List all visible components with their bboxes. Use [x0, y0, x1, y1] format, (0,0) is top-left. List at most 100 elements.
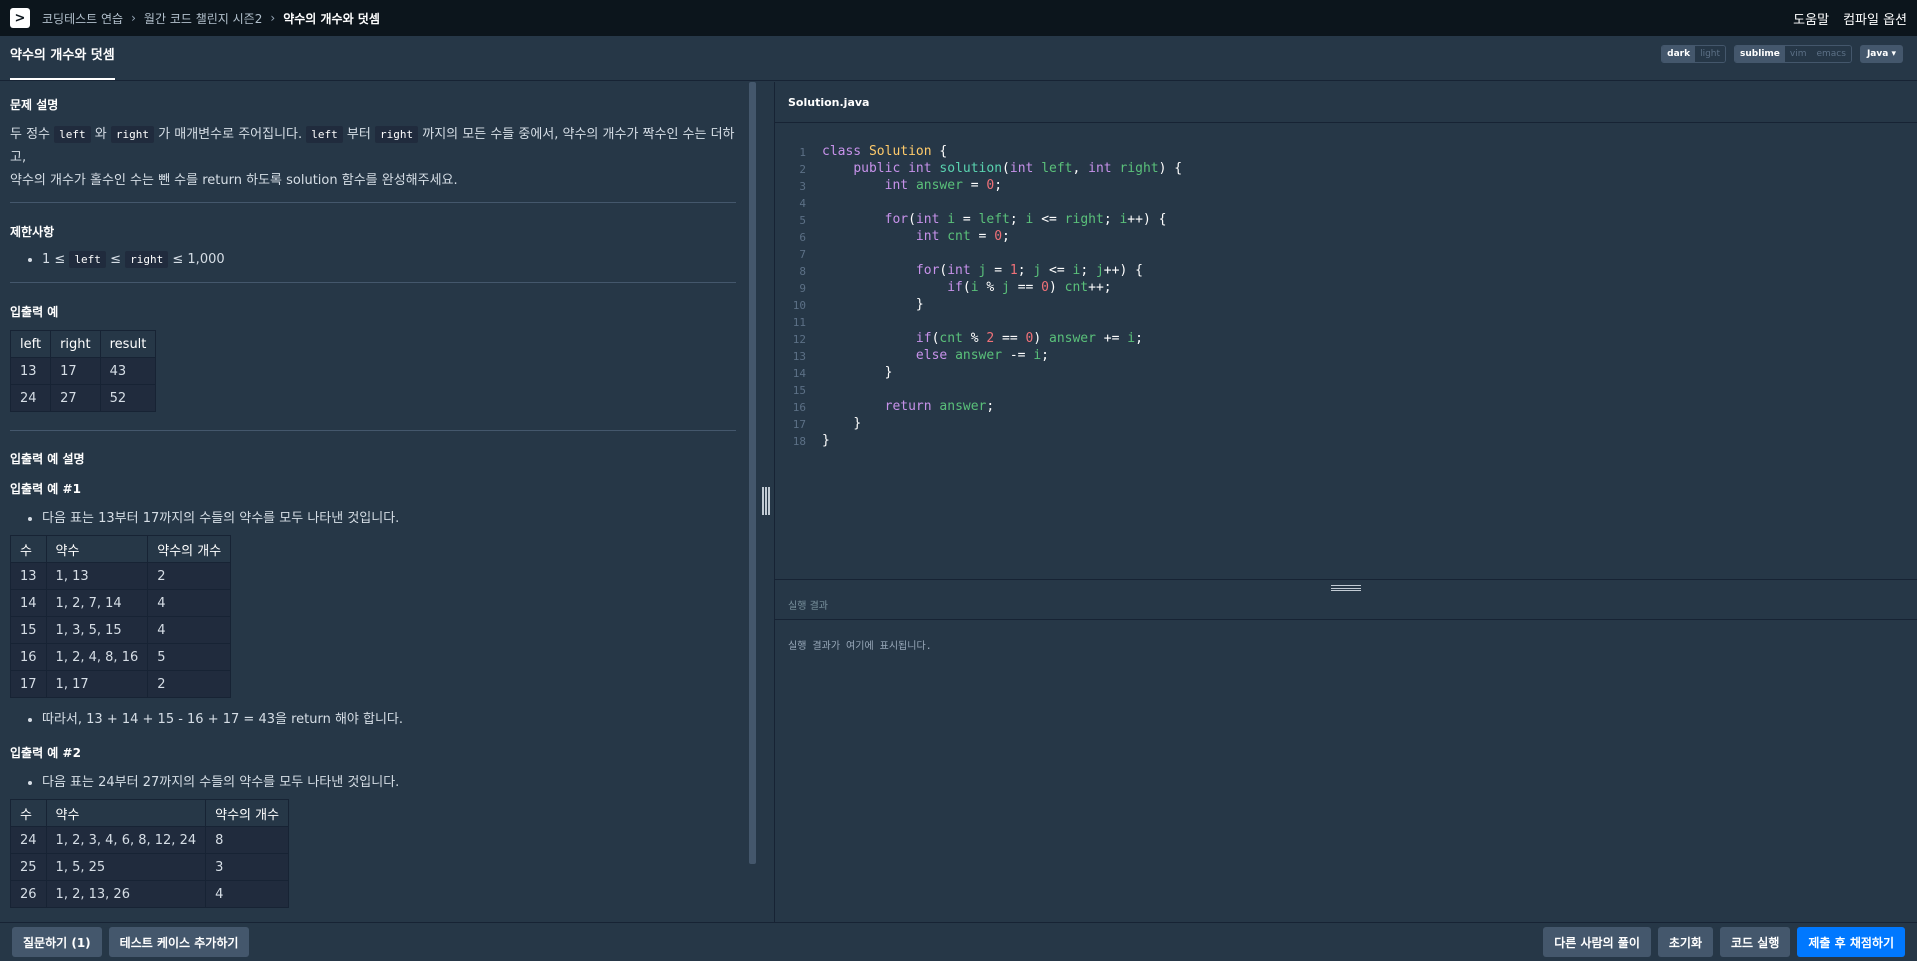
breadcrumb-item-practice[interactable]: 코딩테스트 연습	[42, 10, 123, 27]
result-label: 실행 결과	[788, 601, 828, 612]
table-row: 13 17 43	[9, 357, 157, 385]
code-line[interactable]: 1 class Solution {	[775, 144, 1917, 161]
code-line[interactable]: 2 public int solution(int left, int righ…	[775, 161, 1917, 178]
other-solutions-button[interactable]: 다른 사람의 풀이	[1543, 927, 1651, 957]
code-text: for(int j = 1; j <= i; j++) {	[915, 263, 1143, 278]
table-header: 약수의 개수	[205, 799, 290, 827]
inline-code-left: left	[69, 251, 106, 268]
table-header: left	[9, 330, 52, 358]
code-line[interactable]: 17 }	[775, 416, 1917, 433]
add-test-case-button[interactable]: 테스트 케이스 추가하기	[108, 927, 250, 957]
code-line[interactable]: 7	[775, 246, 1917, 263]
code-editor[interactable]: 1 class Solution {2 public int solution(i…	[775, 124, 1917, 579]
code-line[interactable]: 13 else answer -= i;	[775, 348, 1917, 365]
result-resize-handle-icon[interactable]	[1331, 585, 1361, 591]
example-2-heading: 입출력 예 #2	[10, 746, 81, 760]
example-2-divisor-table: 수 약수 약수의 개수 24 1, 2, 3, 4, 6, 8, 12, 24 8 …	[10, 799, 290, 908]
code-line[interactable]: 14 }	[775, 365, 1917, 382]
code-line[interactable]: 4	[775, 195, 1917, 212]
keymap-vim-button[interactable]: vim	[1784, 46, 1812, 62]
inline-code-right: right	[110, 126, 155, 143]
description-heading: 문제 설명	[10, 98, 59, 112]
code-line[interactable]: 3 int answer = 0;	[775, 178, 1917, 195]
table-row: 16 1, 2, 4, 8, 16 5	[10, 643, 232, 671]
code-line[interactable]: 9 if(i % j == 0) cnt++;	[775, 280, 1917, 297]
problem-description-panel[interactable]: 문제 설명 두 정수 left 와 right 가 매개변수로 주어집니다. l…	[0, 82, 748, 922]
line-number: 1	[799, 146, 806, 159]
code-line[interactable]: 18}	[775, 433, 1917, 450]
reset-button[interactable]: 초기화	[1657, 927, 1714, 957]
keymap-emacs-button[interactable]: emacs	[1811, 46, 1851, 62]
run-code-button[interactable]: 코드 실행	[1720, 927, 1791, 957]
line-number: 16	[792, 401, 806, 414]
line-number: 2	[799, 163, 806, 176]
keymap-sublime-button[interactable]: sublime	[1735, 46, 1785, 62]
code-text: if(cnt % 2 == 0) answer += i;	[915, 331, 1143, 346]
table-row: 15 1, 3, 5, 15 4	[10, 616, 232, 644]
theme-toggle: dark light	[1661, 45, 1727, 63]
table-header: 수	[10, 535, 47, 563]
code-text: else answer -= i;	[915, 348, 1049, 363]
code-line[interactable]: 10 }	[775, 297, 1917, 314]
chevron-right-icon: ›	[270, 11, 276, 25]
limits-list: 1 ≤ left ≤ right ≤ 1,000	[10, 250, 738, 270]
language-select[interactable]: Java ▾	[1859, 45, 1903, 63]
theme-dark-button[interactable]: dark	[1662, 46, 1696, 62]
example-1-list: 다음 표는 13부터 17까지의 수들의 약수를 모두 나타낸 것입니다.	[10, 509, 738, 529]
caret-down-icon: ▾	[1891, 49, 1896, 59]
line-number: 12	[792, 333, 806, 346]
code-line[interactable]: 5 for(int i = left; i <= right; i++) {	[775, 212, 1917, 229]
submit-button[interactable]: 제출 후 채점하기	[1797, 927, 1905, 957]
section-divider	[10, 202, 736, 203]
example-1-heading: 입출력 예 #1	[10, 482, 81, 496]
panel-resize-handle-icon[interactable]	[762, 487, 771, 515]
breadcrumb-item-challenge[interactable]: 월간 코드 챌린지 시즌2	[144, 10, 262, 27]
line-number: 7	[799, 248, 806, 261]
table-row: 13 1, 13 2	[10, 562, 232, 590]
code-text: if(i % j == 0) cnt++;	[947, 280, 1112, 295]
table-row: 14 1, 2, 7, 14 4	[10, 589, 232, 617]
line-number: 15	[792, 384, 806, 397]
line-number: 9	[799, 282, 806, 295]
theme-light-button[interactable]: light	[1695, 46, 1726, 62]
compile-options-link[interactable]: 컴파일 옵션	[1843, 9, 1907, 28]
code-line[interactable]: 15	[775, 382, 1917, 399]
keymap-toggle: sublime vim emacs	[1734, 45, 1852, 63]
limits-heading: 제한사항	[10, 225, 55, 239]
description-line-1: 두 정수 left 와 right 가 매개변수로 주어집니다. left 부터…	[10, 126, 735, 165]
line-number: 11	[792, 316, 806, 329]
line-number: 17	[792, 418, 806, 431]
io-example-table: left right result 13 17 43 24 27 52	[9, 330, 157, 412]
help-link[interactable]: 도움말	[1793, 9, 1829, 28]
result-output: 실행 결과가 여기에 표시됩니다.	[788, 641, 932, 652]
code-line[interactable]: 16 return answer;	[775, 399, 1917, 416]
editor-options: dark light sublime vim emacs Java ▾	[1661, 45, 1903, 63]
example-1-result-list: 따라서, 13 + 14 + 15 - 16 + 17 = 43을 return…	[10, 710, 738, 730]
line-number: 10	[792, 299, 806, 312]
code-line[interactable]: 11	[775, 314, 1917, 331]
action-footer: 질문하기 (1) 테스트 케이스 추가하기 다른 사람의 풀이 초기화 코드 실…	[0, 922, 1917, 961]
inline-code-left: left	[306, 126, 343, 143]
table-header: 수	[10, 799, 47, 827]
line-number: 5	[799, 214, 806, 227]
programmers-logo-icon[interactable]: >	[10, 8, 30, 28]
breadcrumb-item-current: 약수의 개수와 덧셈	[283, 11, 380, 26]
description-scrollbar[interactable]	[749, 82, 756, 864]
table-row: 24 1, 2, 3, 4, 6, 8, 12, 24 8	[10, 826, 290, 854]
code-line[interactable]: 6 int cnt = 0;	[775, 229, 1917, 246]
line-number: 13	[792, 350, 806, 363]
section-divider	[10, 282, 736, 283]
example-1-divisor-table: 수 약수 약수의 개수 13 1, 13 2 14 1, 2, 7, 14 4 15 1,…	[10, 535, 232, 698]
inline-code-right: right	[374, 126, 419, 143]
table-header: 약수	[45, 535, 149, 563]
code-text: for(int i = left; i <= right; i++) {	[884, 212, 1167, 227]
code-line[interactable]: 8 for(int j = 1; j <= i; j++) {	[775, 263, 1917, 280]
problem-title-tab[interactable]: 약수의 개수와 덧셈	[10, 44, 115, 80]
code-line[interactable]: 12 if(cnt % 2 == 0) answer += i;	[775, 331, 1917, 348]
line-number: 6	[799, 231, 806, 244]
top-navigation-bar: > 코딩테스트 연습 › 월간 코드 챌린지 시즌2 › 약수의 개수와 덧셈 …	[0, 0, 1917, 36]
inline-code-right: right	[125, 251, 169, 268]
section-divider	[10, 430, 736, 431]
ask-question-button[interactable]: 질문하기 (1)	[12, 927, 102, 957]
result-header: 실행 결과	[775, 579, 1917, 620]
